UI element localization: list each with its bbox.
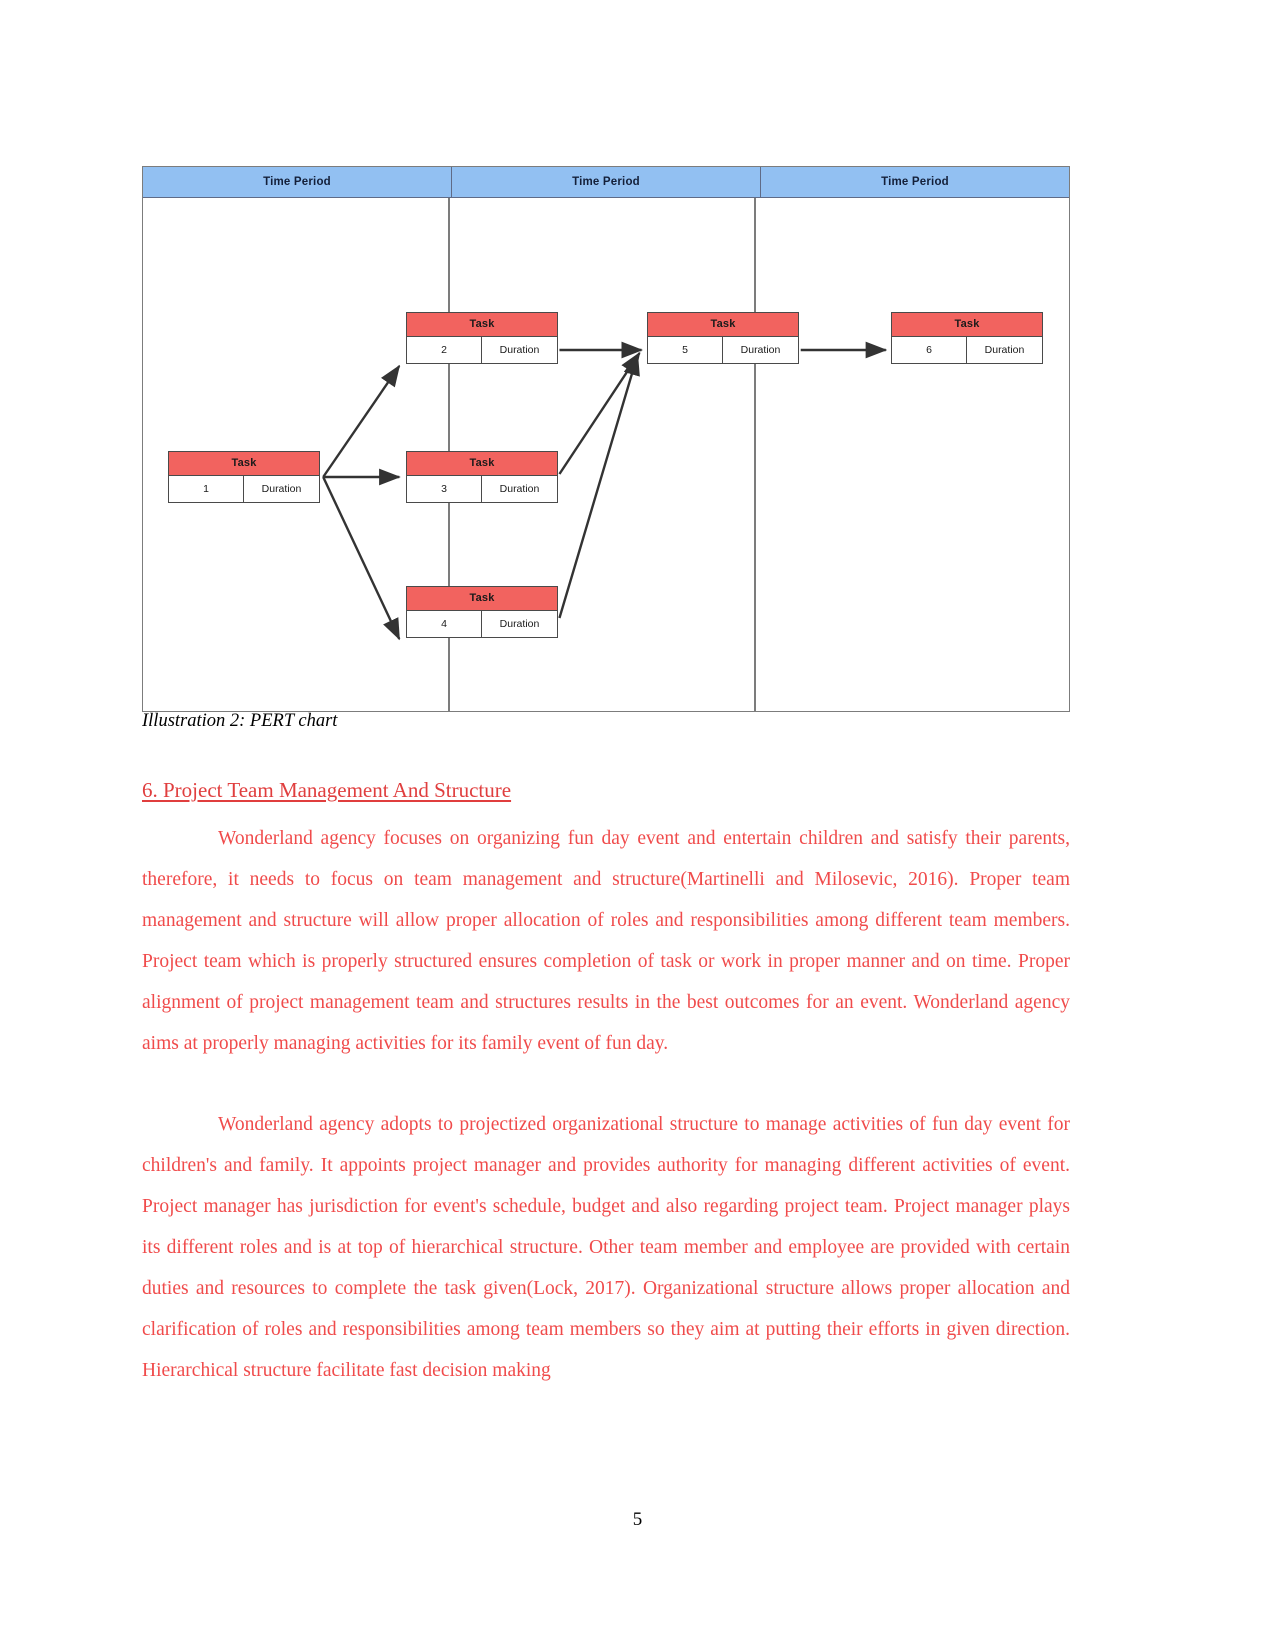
task-node-5: Task 5 Duration	[647, 312, 799, 364]
task-node-5-duration: Duration	[740, 344, 781, 356]
task-node-3-number: 3	[407, 476, 482, 502]
task-node-6: Task 6 Duration	[891, 312, 1043, 364]
task-node-2-number: 2	[407, 337, 482, 363]
task-node-4: Task 4 Duration	[406, 586, 558, 638]
task-node-2-title: Task	[407, 313, 557, 337]
task-node-2-row: 2 Duration	[407, 337, 557, 363]
page-number: 5	[632, 1509, 643, 1530]
task-node-3-row: 3 Duration	[407, 476, 557, 502]
section-heading: 6. Project Team Management And Structure	[142, 778, 512, 802]
edge-3-to-5	[558, 351, 641, 475]
pert-chart-canvas: Task 1 Duration Task 2 Duration Task 3 D…	[143, 198, 1069, 711]
time-period-header-row: Time Period Time Period Time Period	[143, 167, 1069, 198]
task-node-4-number: 4	[407, 611, 482, 637]
task-node-3: Task 3 Duration	[406, 451, 558, 503]
task-node-3-duration: Duration	[499, 483, 540, 495]
task-node-5-number: 5	[648, 337, 723, 363]
task-node-4-title: Task	[407, 587, 557, 611]
task-node-5-title: Task	[648, 313, 798, 337]
figure-caption-text: Illustration 2: PERT chart	[142, 712, 338, 729]
task-node-1-row: 1 Duration	[169, 476, 319, 502]
figure-caption: Illustration 2: PERT chart	[142, 712, 642, 729]
time-period-header-3: Time Period	[761, 167, 1069, 197]
pert-chart-figure: Time Period Time Period Time Period Task…	[142, 166, 1070, 712]
task-node-5-row: 5 Duration	[648, 337, 798, 363]
task-node-6-number: 6	[892, 337, 967, 363]
task-node-6-row: 6 Duration	[892, 337, 1042, 363]
time-period-header-1: Time Period	[143, 167, 452, 197]
task-node-6-title: Task	[892, 313, 1042, 337]
task-node-4-row: 4 Duration	[407, 611, 557, 637]
body-paragraph-2: Wonderland agency adopts to projectized …	[142, 1114, 1070, 1381]
task-node-1-title: Task	[169, 452, 319, 476]
task-node-4-duration: Duration	[499, 618, 540, 630]
edge-1-to-2	[322, 364, 401, 478]
edge-4-to-5	[558, 353, 640, 619]
task-node-2-duration: Duration	[499, 344, 540, 356]
task-node-2: Task 2 Duration	[406, 312, 558, 364]
task-node-1-number: 1	[169, 476, 244, 502]
task-node-1-duration: Duration	[261, 483, 302, 495]
time-period-header-2: Time Period	[452, 167, 761, 197]
task-node-1: Task 1 Duration	[168, 451, 320, 503]
body-paragraph-1: Wonderland agency focuses on organizing …	[142, 828, 1070, 1054]
task-node-3-title: Task	[407, 452, 557, 476]
document-page: Time Period Time Period Time Period Task…	[0, 0, 1275, 1651]
edge-1-to-4	[322, 476, 401, 641]
task-node-6-duration: Duration	[984, 344, 1025, 356]
